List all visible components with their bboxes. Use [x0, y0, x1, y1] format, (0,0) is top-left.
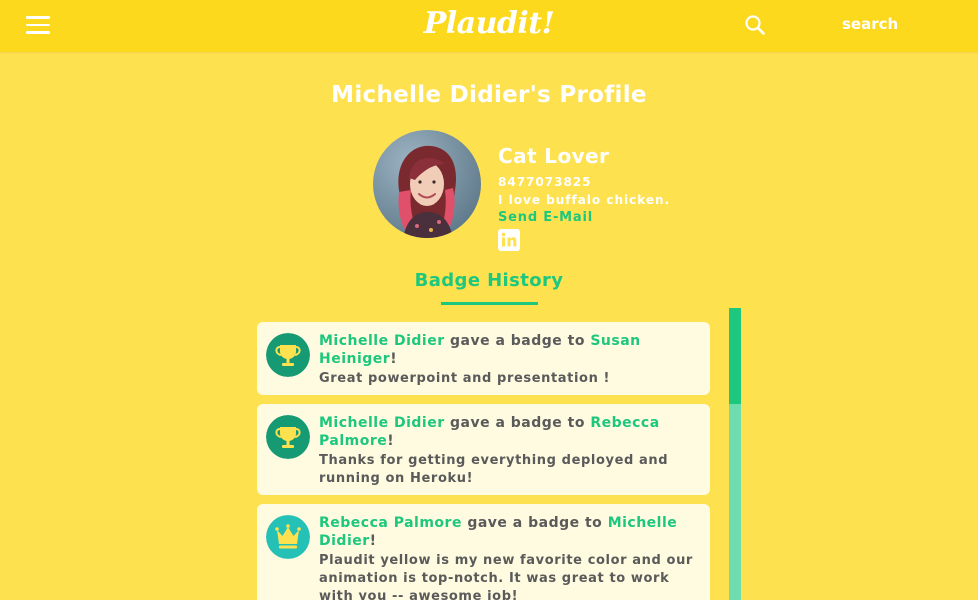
profile-phone: 8477073825	[498, 175, 592, 189]
trophy-icon	[266, 415, 310, 459]
badge-message: Thanks for getting everything deployed a…	[319, 453, 669, 486]
avatar	[373, 130, 481, 238]
crown-icon	[266, 515, 310, 559]
badge-card: Michelle Didier gave a badge to Rebecca …	[257, 404, 710, 495]
send-email-link[interactable]: Send E-Mail	[498, 210, 670, 225]
badge-message: Great powerpoint and presentation !	[319, 371, 611, 386]
profile-info: Cat Lover 8477073825 I love buffalo chic…	[498, 144, 670, 255]
badge-title: Michelle Didier gave a badge to Susan He…	[319, 333, 641, 367]
heading-underline	[441, 302, 538, 305]
feed-scrollbar-thumb[interactable]	[729, 308, 741, 404]
badge-message: Plaudit yellow is my new favorite color …	[319, 553, 693, 600]
badge-title: Michelle Didier gave a badge to Rebecca …	[319, 415, 660, 449]
top-nav-bar: Plaudit! search	[0, 0, 978, 52]
linkedin-icon[interactable]	[498, 229, 520, 251]
badge-card: Rebecca Palmore gave a badge to Michelle…	[257, 504, 710, 600]
trophy-icon	[266, 333, 310, 377]
profile-bio: I love buffalo chicken.	[498, 193, 671, 207]
giver-name[interactable]: Michelle Didier	[319, 415, 445, 431]
badge-history-heading: Badge History	[414, 270, 564, 291]
giver-name[interactable]: Rebecca Palmore	[319, 515, 462, 531]
page-title: Michelle Didier's Profile	[331, 82, 647, 108]
app-logo[interactable]: Plaudit!	[0, 6, 978, 41]
search-icon[interactable]	[744, 14, 766, 36]
badge-card: Michelle Didier gave a badge to Susan He…	[257, 322, 710, 395]
giver-name[interactable]: Michelle Didier	[319, 333, 445, 349]
profile-name: Cat Lover	[498, 144, 610, 168]
badge-title: Rebecca Palmore gave a badge to Michelle…	[319, 515, 678, 549]
search-link[interactable]: search	[842, 15, 898, 33]
